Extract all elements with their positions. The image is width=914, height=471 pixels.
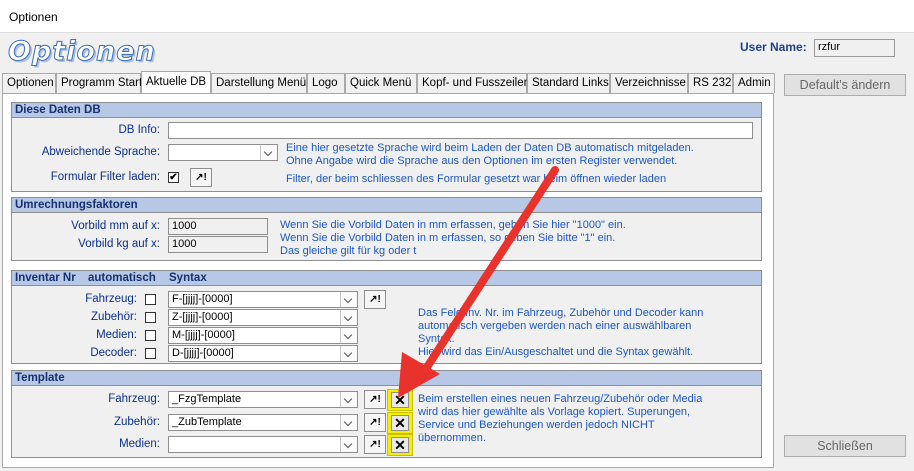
db-info-field[interactable] (168, 122, 753, 139)
section-header: Diese Daten DB (12, 103, 761, 118)
mm-label: Vorbild mm auf x: (71, 220, 160, 232)
section-template: Template Fahrzeug: _FzgTemplate ↗! ✕ Zub… (11, 370, 762, 458)
user-name-field[interactable]: rzfur (814, 39, 895, 57)
wand-icon[interactable]: ↗! (364, 413, 386, 432)
inv-syntax-medien[interactable]: M-[jjjj]-[0000] (168, 327, 358, 344)
header: Optionen User Name: rzfur (0, 33, 914, 73)
language-label: Abweichende Sprache: (41, 146, 160, 158)
inv-syntax-zubehoer[interactable]: Z-[jjjj]-[0000] (168, 309, 358, 326)
inv-syntax-value: M-[jjjj]-[0000] (172, 329, 235, 341)
close-icon[interactable]: ✕ (391, 437, 409, 453)
tpl-note-1: Beim erstellen eines neuen Fahrzeug/Zube… (418, 393, 703, 405)
wand-icon[interactable]: ↗! (190, 168, 212, 187)
tpl-note-3: Service und Beziehungen werden jedoch NI… (418, 419, 655, 431)
wand-icon[interactable]: ↗! (364, 435, 386, 454)
tpl-select-fahrzeug[interactable]: _FzgTemplate (168, 391, 358, 408)
conv-note-3: Das gleiche gilt für kg oder t (280, 245, 417, 257)
inv-note-4: Hier wird das Ein/Ausgeschaltet und die … (418, 346, 694, 358)
tab-admin[interactable]: Admin (733, 73, 775, 93)
app-title: Optionen (8, 36, 156, 68)
filter-label: Formular Filter laden: (50, 171, 160, 183)
conv-note-1: Wenn Sie die Vorbild Daten in mm erfasse… (280, 219, 626, 231)
clear-highlight: ✕ (387, 434, 413, 456)
section-header: Template (12, 371, 761, 386)
chevron-down-icon[interactable] (340, 328, 357, 343)
column-automatisch: automatisch (88, 272, 156, 284)
wand-icon[interactable]: ↗! (364, 390, 386, 409)
tpl-label-fahrzeug: Fahrzeug: (108, 393, 160, 405)
mm-field[interactable]: 1000 (168, 218, 268, 235)
tab-panel-aktuelle-db: Diese Daten DB DB Info: Abweichende Spra… (2, 93, 774, 468)
inv-note-3: Syntax. (418, 333, 455, 345)
inv-note-2: automatisch vergeben werden nach einer a… (418, 320, 692, 332)
tpl-select-zubehoer[interactable]: _ZubTemplate (168, 414, 358, 431)
chevron-down-icon[interactable] (340, 310, 357, 325)
tpl-label-zubehoer: Zubehör: (113, 416, 160, 428)
tpl-note-4: übernommen. (418, 432, 486, 444)
tab-quick-menue[interactable]: Quick Menü (345, 73, 417, 93)
section-daten-db: Diese Daten DB DB Info: Abweichende Spra… (11, 102, 762, 192)
wand-icon[interactable]: ↗! (364, 290, 386, 309)
kg-label: Vorbild kg auf x: (78, 238, 160, 250)
section-inventar: Inventar Nr automatisch Syntax Fahrzeug:… (11, 270, 762, 364)
inv-checkbox-medien[interactable] (145, 330, 156, 341)
section-umrechnung: Umrechnungsfaktoren Vorbild mm auf x: 10… (11, 197, 762, 261)
chevron-down-icon[interactable] (340, 415, 357, 430)
tab-rs232[interactable]: RS 232 (688, 73, 733, 93)
close-icon[interactable]: ✕ (391, 392, 409, 408)
window-title: Optionen (9, 10, 58, 24)
filter-checkbox[interactable]: ✔ (168, 172, 179, 183)
inv-label-zubehoer: Zubehör: (90, 311, 137, 323)
tab-kopf-fusszeilen[interactable]: Kopf- und Fusszeilen (417, 73, 530, 93)
conv-note-2: Wenn Sie die Vorbild Daten in m erfassen… (280, 232, 616, 244)
tab-darstellung-menue[interactable]: Darstellung Menü (211, 73, 307, 93)
tab-standard-links[interactable]: Standard Links (527, 73, 610, 93)
tab-aktuelle-db[interactable]: Aktuelle DB (141, 71, 211, 94)
language-select[interactable] (168, 144, 278, 161)
inv-label-fahrzeug: Fahrzeug: (85, 293, 137, 305)
chevron-down-icon[interactable] (340, 292, 357, 307)
filter-note: Filter, der beim schliessen des Formular… (286, 173, 667, 185)
inv-syntax-value: Z-[jjjj]-[0000] (172, 311, 233, 323)
clear-highlight: ✕ (387, 412, 413, 434)
language-note-2: Ohne Angabe wird die Sprache aus den Opt… (286, 155, 678, 167)
defaults-button[interactable]: Default's ändern (784, 74, 906, 96)
user-name-label: User Name: (740, 40, 807, 54)
db-info-label: DB Info: (118, 124, 160, 136)
chevron-down-icon[interactable] (260, 145, 277, 160)
inv-label-medien: Medien: (96, 329, 137, 341)
kg-field[interactable]: 1000 (168, 236, 268, 253)
language-note-1: Eine hier gesetzte Sprache wird beim Lad… (286, 142, 694, 154)
chevron-down-icon[interactable] (340, 392, 357, 407)
tab-verzeichnisse[interactable]: Verzeichnisse (610, 73, 688, 93)
close-button[interactable]: Schließen (784, 435, 906, 457)
side-panel: Default's ändern Schließen (778, 73, 914, 471)
close-icon[interactable]: ✕ (391, 415, 409, 431)
inv-syntax-value: D-[jjjj]-[0000] (172, 347, 234, 359)
title-bar: Optionen (0, 0, 914, 33)
tpl-label-medien: Medien: (119, 438, 160, 450)
chevron-down-icon[interactable] (340, 437, 357, 452)
tpl-value: _FzgTemplate (172, 393, 242, 405)
tab-optionen[interactable]: Optionen (2, 73, 56, 93)
tab-programm-start[interactable]: Programm Start (56, 73, 142, 93)
tpl-select-medien[interactable] (168, 436, 358, 453)
chevron-down-icon[interactable] (340, 346, 357, 361)
clear-highlight: ✕ (387, 389, 413, 411)
column-syntax: Syntax (169, 272, 207, 284)
inv-checkbox-zubehoer[interactable] (145, 312, 156, 323)
tab-logo[interactable]: Logo (307, 73, 345, 93)
tpl-value: _ZubTemplate (172, 416, 242, 428)
inv-syntax-value: F-[jjjj]-[0000] (172, 293, 233, 305)
inv-checkbox-decoder[interactable] (145, 348, 156, 359)
inv-label-decoder: Decoder: (90, 347, 137, 359)
tpl-note-2: wird das hier gewählte als Vorlage kopie… (418, 406, 691, 418)
inv-syntax-decoder[interactable]: D-[jjjj]-[0000] (168, 345, 358, 362)
inv-note-1: Das Feld Inv. Nr. im Fahrzeug, Zubehör u… (418, 307, 704, 319)
section-header: Umrechnungsfaktoren (12, 198, 761, 213)
inv-syntax-fahrzeug[interactable]: F-[jjjj]-[0000] (168, 291, 358, 308)
inv-checkbox-fahrzeug[interactable] (145, 294, 156, 305)
